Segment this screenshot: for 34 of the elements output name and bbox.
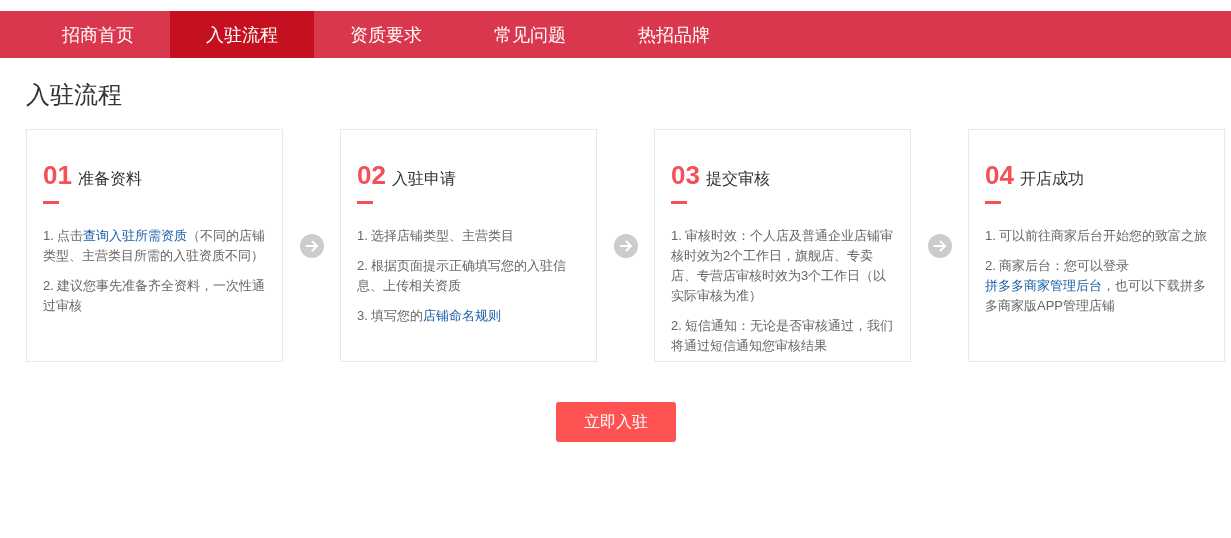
step-title: 提交审核: [705, 169, 770, 189]
step-title: 开店成功: [1019, 169, 1084, 189]
step-title: 入驻申请: [391, 169, 456, 189]
step-number: 01: [43, 160, 72, 191]
accent-dash: [671, 201, 687, 204]
accent-dash: [985, 201, 1001, 204]
step-description: 1. 选择店铺类型、主营类目: [357, 227, 516, 245]
arrow-right-icon: [299, 233, 324, 258]
step-title: 准备资料: [77, 169, 142, 189]
step-number: 02: [357, 160, 386, 191]
accent-dash: [357, 201, 373, 204]
step-description: 1. 审核时效：个人店及普通企业店铺审核时效为2个工作日，旗舰店、专卖店、专营店审核时效为3个工作日（以实际审核为准）: [671, 227, 895, 305]
step-description: 1. 可以前往商家后台开始您的致富之旅: [985, 227, 1209, 245]
join-button[interactable]: 立即入驻: [555, 402, 676, 442]
text-link[interactable]: 查询入驻所需资质: [83, 228, 188, 243]
step-description: 2. 根据页面提示正确填写您的入驻信息、上传相关资质: [357, 257, 568, 295]
text-link[interactable]: 店铺命名规则: [423, 308, 502, 323]
step-description: 2. 商家后台：您可以登录 拼多多商家管理后台，也可以下载拼多多商家版APP管理店铺: [985, 257, 1207, 315]
nav-tab[interactable]: 热招品牌: [602, 11, 746, 58]
step-number: 03: [671, 160, 700, 191]
accent-dash: [43, 201, 59, 204]
nav-tab[interactable]: 入驻流程: [170, 11, 314, 58]
text-link[interactable]: 拼多多商家管理后台: [985, 278, 1102, 293]
nav-tab[interactable]: 常见问题: [458, 11, 602, 58]
page-heading: 入驻流程: [26, 80, 123, 110]
arrow-right-icon: [613, 233, 638, 258]
step-description: 3. 填写您的店铺命名规则: [357, 307, 503, 325]
step-number: 04: [985, 160, 1014, 191]
step-description: 1. 点击查询入驻所需资质（不同的店铺类型、主营类目所需的入驻资质不同）: [43, 227, 267, 265]
step-description: 2. 短信通知：无论是否审核通过，我们将通过短信通知您审核结果: [671, 317, 895, 355]
nav-tab[interactable]: 资质要求: [314, 11, 458, 58]
step-description: 2. 建议您事先准备齐全资料，一次性通过审核: [43, 277, 267, 315]
nav-tab[interactable]: 招商首页: [26, 11, 170, 58]
arrow-right-icon: [927, 233, 952, 258]
